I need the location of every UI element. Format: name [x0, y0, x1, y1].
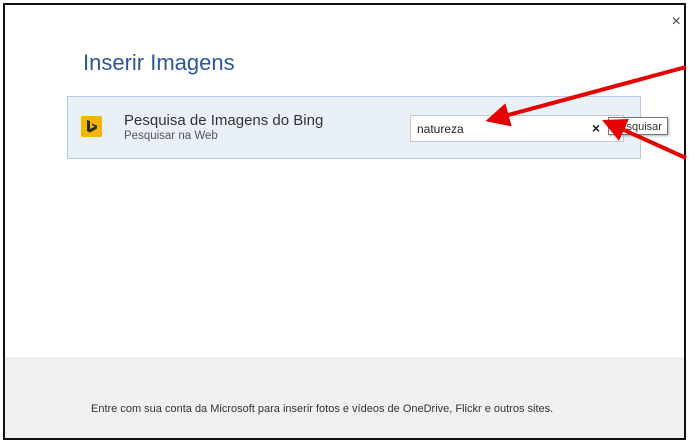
insert-images-dialog: × Inserir Imagens Pesquisa de Imagens do… — [3, 3, 686, 440]
search-tooltip: Pesquisar — [608, 117, 668, 135]
footer: Entre com sua conta da Microsoft para in… — [5, 357, 684, 438]
search-box: × — [410, 115, 624, 142]
bing-image-search-provider[interactable]: Pesquisa de Imagens do Bing Pesquisar na… — [67, 96, 641, 159]
dialog-title: Inserir Imagens — [83, 50, 235, 75]
clear-search-button[interactable]: × — [589, 121, 603, 135]
footer-signin-text: Entre com sua conta da Microsoft para in… — [91, 403, 554, 415]
search-input[interactable] — [413, 118, 586, 139]
provider-name: Pesquisa de Imagens do Bing — [124, 112, 324, 129]
close-button[interactable]: × — [672, 14, 681, 30]
bing-logo-icon — [81, 116, 102, 137]
provider-subtitle: Pesquisar na Web — [124, 130, 218, 142]
